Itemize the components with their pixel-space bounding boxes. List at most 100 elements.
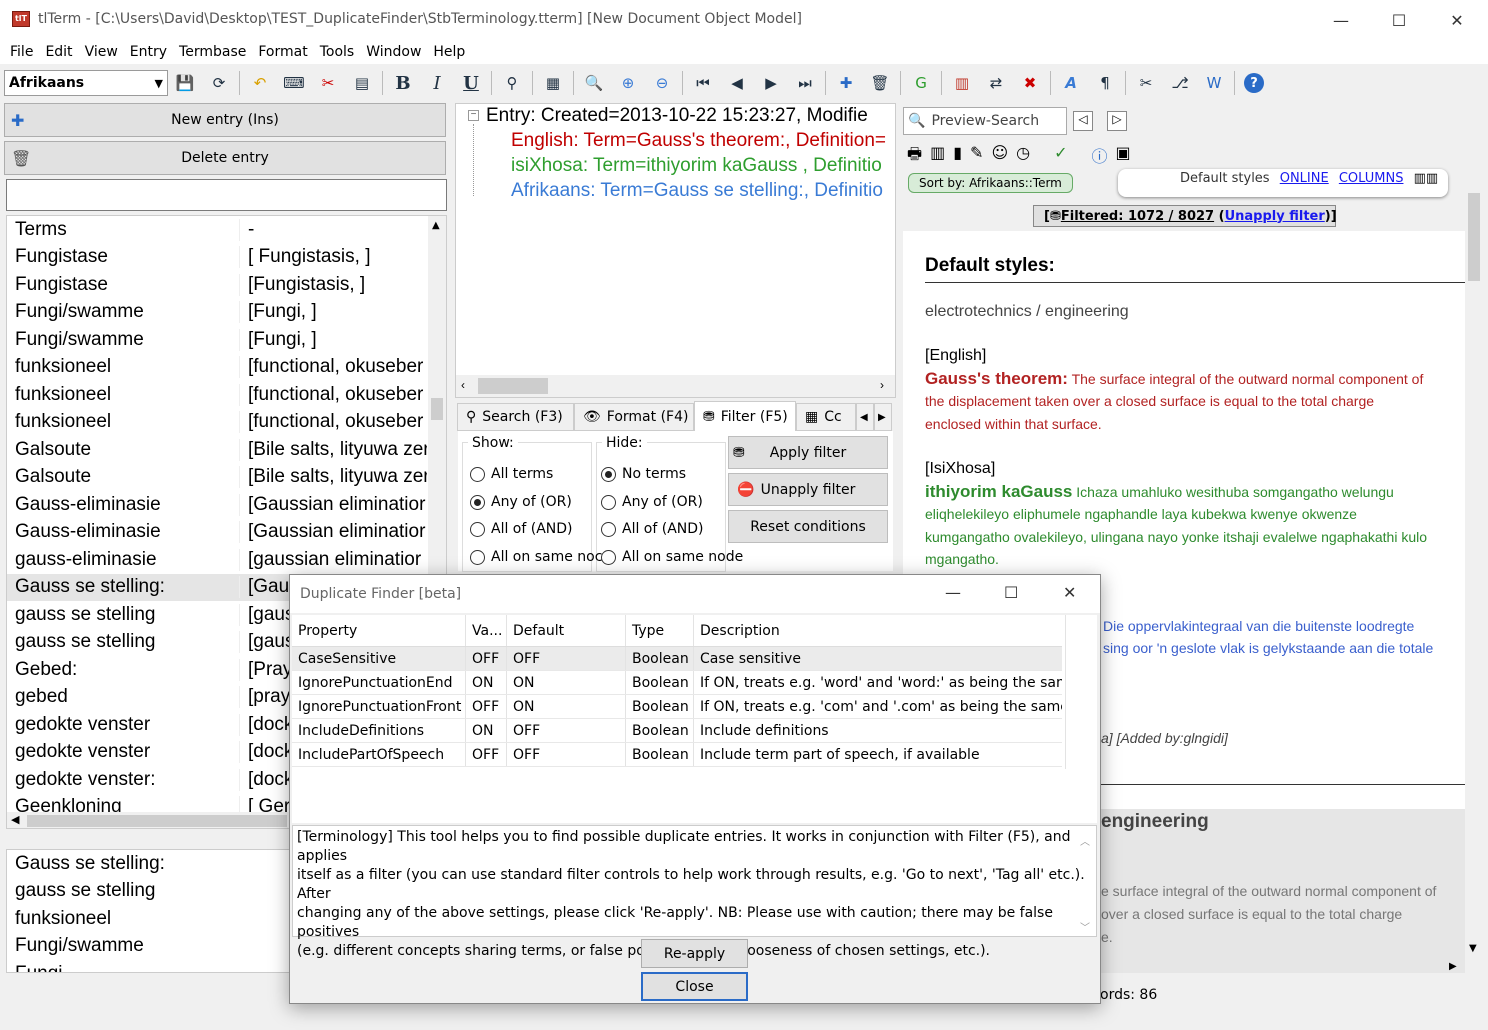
barcode-icon[interactable]: ▥▥ — [1414, 171, 1439, 186]
filter-text-input[interactable] — [6, 179, 447, 211]
column-header-description[interactable]: Description — [694, 615, 1062, 646]
preview-vertical-scrollbar[interactable]: ▼ — [1465, 189, 1483, 959]
menu-file[interactable]: File — [4, 44, 39, 60]
menu-entry[interactable]: Entry — [124, 44, 173, 60]
hide-same-node-radio[interactable]: All on same node — [601, 549, 743, 565]
show-any-of-radio[interactable]: Any of (OR) — [470, 494, 572, 510]
scroll-down-icon[interactable]: ﹀ — [1080, 919, 1090, 934]
list-item[interactable]: Fungi/swamme [Fungi, ] — [7, 299, 446, 327]
first-record-icon[interactable]: ⏮ — [692, 72, 714, 94]
list-item[interactable]: funksioneel [functional, okuseber — [7, 381, 446, 409]
list-item[interactable]: Fungi/swamme [Fungi, ] — [7, 326, 446, 354]
help-icon[interactable]: ? — [1244, 73, 1264, 93]
table-row[interactable]: IncludePartOfSpeech OFF OFF Boolean Incl… — [292, 743, 1062, 767]
english-node[interactable]: English: Term=Gauss's theorem:, Definiti… — [511, 130, 886, 152]
scroll-up-icon[interactable]: ︿ — [1080, 833, 1090, 848]
show-all-terms-radio[interactable]: All terms — [470, 466, 553, 482]
scroll-thumb[interactable] — [478, 378, 548, 394]
export-icon[interactable]: ⇄ — [985, 72, 1007, 94]
bold-button[interactable]: B — [392, 72, 414, 94]
delete-entry-button[interactable]: 🗑 Delete entry — [4, 141, 446, 175]
image-icon[interactable]: ▣ — [1116, 143, 1131, 170]
value-cell[interactable]: OFF — [466, 647, 507, 670]
tab-search[interactable]: ⚲ Search (F3) — [457, 403, 574, 431]
add-entry-icon[interactable]: ✚ — [835, 72, 857, 94]
column-header-value[interactable]: Va... — [466, 615, 507, 646]
table-row[interactable]: CaseSensitive OFF OFF Boolean Case sensi… — [292, 647, 1062, 671]
search-previous-icon[interactable]: ◁ — [1073, 111, 1093, 131]
column-header-property[interactable]: Property — [292, 615, 466, 646]
value-cell[interactable]: ON — [466, 719, 507, 742]
tree-horizontal-scrollbar[interactable]: ‹ › — [456, 375, 895, 397]
table-row[interactable]: IgnorePunctuationEnd ON ON Boolean If ON… — [292, 671, 1062, 695]
keyboard-icon[interactable]: ⌨ — [283, 72, 305, 94]
preview-search-input[interactable]: 🔍 Preview-Search — [903, 107, 1067, 135]
menu-window[interactable]: Window — [360, 44, 427, 60]
reset-conditions-button[interactable]: Reset conditions — [728, 510, 888, 543]
next-record-icon[interactable]: ▶ — [760, 72, 782, 94]
hide-all-of-radio[interactable]: All of (AND) — [601, 521, 704, 537]
unapply-filter-link[interactable]: Unapply filter — [1225, 209, 1325, 224]
save-icon[interactable]: 💾 — [174, 72, 196, 94]
hide-any-of-radio[interactable]: Any of (OR) — [601, 494, 703, 510]
xhosa-node[interactable]: isiXhosa: Term=ithiyorim kaGauss , Defin… — [511, 155, 882, 177]
show-all-of-radio[interactable]: All of (AND) — [470, 521, 573, 537]
scroll-left-icon[interactable]: ◀ — [11, 813, 19, 826]
list-item[interactable]: funksioneel [functional, okuseber — [7, 354, 446, 382]
value-cell[interactable]: OFF — [466, 743, 507, 766]
menu-tools[interactable]: Tools — [314, 44, 361, 60]
refresh-icon[interactable]: ⟳ — [208, 72, 230, 94]
list-item[interactable]: Fungistase [Fungistasis, ] — [7, 271, 446, 299]
scroll-down-icon[interactable]: ▼ — [1469, 943, 1477, 954]
entry-node[interactable]: Entry: Created=2013-10-22 15:23:27, Modi… — [486, 105, 868, 127]
list-item[interactable]: gauss se stelling — [7, 878, 290, 906]
previous-record-icon[interactable]: ◀ — [726, 72, 748, 94]
apply-filter-button[interactable]: ⛃ Apply filter — [728, 436, 888, 469]
edit-icon[interactable]: ✎ — [970, 143, 983, 170]
chart-icon[interactable]: ▥ — [951, 72, 973, 94]
default-styles-link[interactable]: Default styles — [1180, 171, 1270, 186]
value-cell[interactable]: OFF — [466, 695, 507, 718]
dialog-maximize-button[interactable]: ☐ — [1004, 583, 1018, 602]
info-icon[interactable]: ⓘ — [1092, 143, 1108, 170]
maximize-button[interactable]: ☐ — [1370, 0, 1428, 40]
google-icon[interactable]: G — [910, 72, 932, 94]
table-row[interactable]: IncludeDefinitions ON OFF Boolean Includ… — [292, 719, 1062, 743]
list-item[interactable]: Galsoute [Bile salts, lityuwa zer — [7, 464, 446, 492]
show-same-node-radio[interactable]: All on same noc — [470, 549, 602, 565]
list-item[interactable]: funksioneel — [7, 905, 290, 933]
table-row[interactable]: IgnorePunctuationFront OFF ON Boolean If… — [292, 695, 1062, 719]
column-header-default[interactable]: Default — [507, 615, 626, 646]
definition-header[interactable]: - — [239, 218, 427, 241]
list-item[interactable]: Fungi/swamme — [7, 933, 290, 961]
dialog-minimize-button[interactable]: — — [945, 583, 961, 602]
terms-header[interactable]: Terms — [7, 219, 239, 241]
collapse-icon[interactable]: − — [468, 110, 479, 121]
search-next-icon[interactable]: ▷ — [1107, 111, 1127, 131]
columns-icon[interactable]: ▥ — [930, 143, 945, 170]
zoom-icon[interactable]: 🔍 — [583, 72, 605, 94]
book-icon[interactable]: ▮ — [953, 143, 962, 170]
dialog-close-icon[interactable]: ✕ — [1063, 583, 1076, 602]
format-icon[interactable]: ▤ — [351, 72, 373, 94]
last-record-icon[interactable]: ⏭ — [794, 72, 816, 94]
afrikaans-node[interactable]: Afrikaans: Term=Gauss se stelling:, Defi… — [511, 180, 883, 202]
italic-button[interactable]: I — [426, 72, 448, 94]
spellcheck-icon[interactable]: ✓ — [1054, 143, 1067, 170]
tab-columns[interactable]: ▦ Cc — [796, 403, 856, 431]
merge-icon[interactable]: ⎇ — [1169, 72, 1191, 94]
paragraph-icon[interactable]: ¶ — [1094, 72, 1116, 94]
list-item[interactable]: funksioneel [functional, okuseber — [7, 409, 446, 437]
zoom-out-icon[interactable]: ⊖ — [651, 72, 673, 94]
delete-format-icon[interactable]: ✂ — [317, 72, 339, 94]
scroll-thumb[interactable] — [431, 398, 443, 420]
hide-no-terms-radio[interactable]: No terms — [601, 466, 686, 482]
value-cell[interactable]: ON — [466, 671, 507, 694]
remove-icon[interactable]: ✖ — [1019, 72, 1041, 94]
close-button[interactable]: ✕ — [1428, 0, 1486, 40]
menu-format[interactable]: Format — [252, 44, 313, 60]
list-item[interactable]: Gauss se stelling: — [7, 850, 290, 878]
tab-scroll-left-icon[interactable]: ◀ — [856, 403, 874, 431]
scroll-thumb[interactable] — [27, 815, 287, 827]
list-item[interactable]: Fungistase [ Fungistasis, ] — [7, 244, 446, 272]
